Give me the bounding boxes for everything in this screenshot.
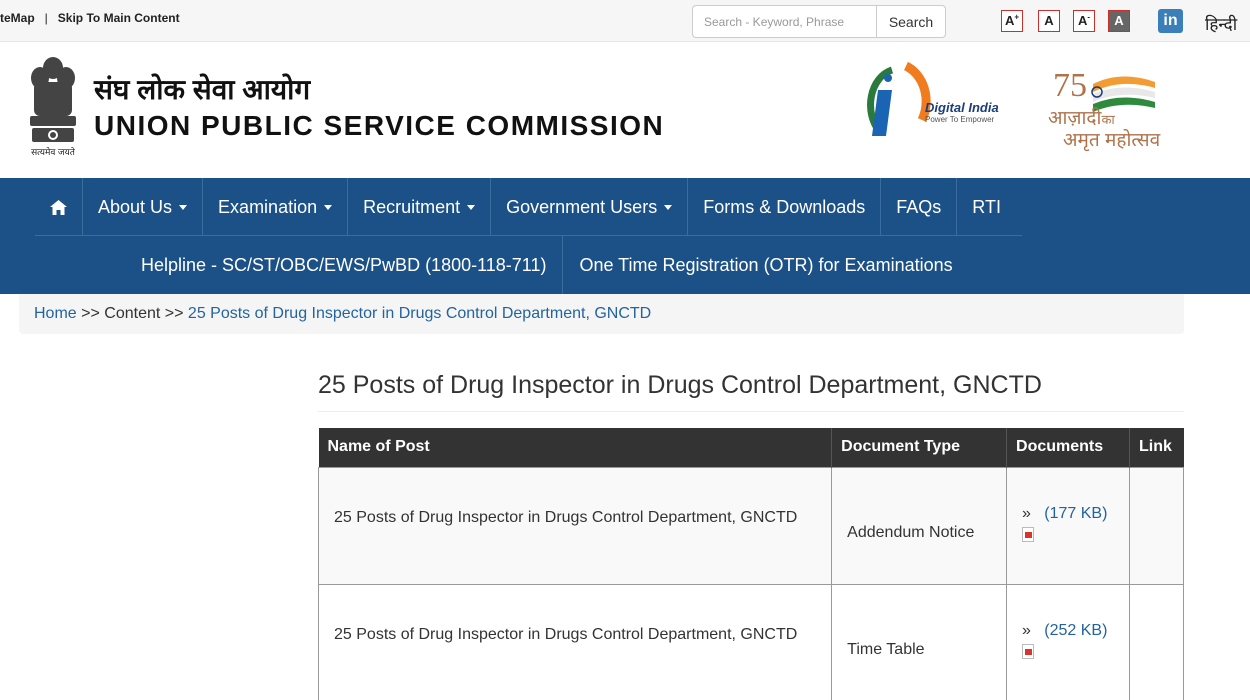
column-header-document-type: Document Type xyxy=(831,428,1008,467)
nav-otr[interactable]: One Time Registration (OTR) for Examinat… xyxy=(563,236,968,294)
table-row: 25 Posts of Drug Inspector in Drugs Cont… xyxy=(317,466,1185,585)
cell-post-name: 25 Posts of Drug Inspector in Drugs Cont… xyxy=(317,466,833,585)
cell-post-name: 25 Posts of Drug Inspector in Drugs Cont… xyxy=(317,583,833,700)
skip-to-main-link[interactable]: Skip To Main Content xyxy=(58,11,180,25)
cell-documents: » (177 KB) xyxy=(1006,466,1130,585)
column-header-link: Link xyxy=(1129,428,1184,467)
nav-forms-downloads-label: Forms & Downloads xyxy=(703,196,866,217)
document-download-link[interactable]: (177 KB) xyxy=(1044,505,1107,522)
nav-examination[interactable]: Examination xyxy=(203,178,349,236)
site-title-hindi[interactable]: संघ लोक सेवा आयोग xyxy=(94,70,310,108)
hindi-language-link[interactable]: हिन्दी xyxy=(1205,12,1237,35)
top-links-separator: | xyxy=(44,11,48,25)
nav-helpline[interactable]: Helpline - SC/ST/OBC/EWS/PwBD (1800-118-… xyxy=(125,236,564,294)
nav-helpline-label: Helpline - SC/ST/OBC/EWS/PwBD (1800-118-… xyxy=(141,254,547,275)
chevron-down-icon xyxy=(179,204,188,210)
documents-table: Name of Post Document Type Documents Lin… xyxy=(317,428,1185,700)
azadi-number: 75 xyxy=(1053,67,1087,104)
home-icon xyxy=(50,199,67,215)
site-header: सत्यमेव जयते संघ लोक सेवा आयोग UNION PUB… xyxy=(0,42,1250,178)
cell-document-type: Addendum Notice xyxy=(831,466,1008,585)
site-title-english[interactable]: UNION PUBLIC SERVICE COMMISSION xyxy=(94,110,664,142)
font-increase-button[interactable]: A+ xyxy=(1001,10,1023,32)
nav-examination-label: Examination xyxy=(218,196,318,217)
font-increase-plus: + xyxy=(1014,12,1020,22)
font-decrease-label: A xyxy=(1077,13,1088,28)
azadi-line-2: अमृत महोत्सव xyxy=(1063,130,1161,151)
nav-faqs[interactable]: FAQs xyxy=(881,178,958,236)
document-download-link[interactable]: (252 KB) xyxy=(1044,622,1107,639)
font-decrease-button[interactable]: A- xyxy=(1073,10,1095,32)
nav-rti[interactable]: RTI xyxy=(957,178,1016,236)
table-row: 25 Posts of Drug Inspector in Drugs Cont… xyxy=(317,583,1185,700)
high-contrast-button[interactable]: A xyxy=(1108,10,1130,32)
top-links: teMap | Skip To Main Content xyxy=(0,11,180,25)
cell-documents: » (252 KB) xyxy=(1006,583,1130,700)
national-emblem-icon[interactable] xyxy=(22,52,84,160)
nav-faqs-label: FAQs xyxy=(896,196,942,217)
digital-india-label: Digital India xyxy=(925,100,999,115)
top-utility-bar: teMap|Skip To Main Content Search A+ A A… xyxy=(0,0,1250,42)
breadcrumb-separator: >> xyxy=(81,305,100,322)
nav-recruitment[interactable]: Recruitment xyxy=(348,178,492,236)
nav-about-us-label: About Us xyxy=(98,196,173,217)
nav-rti-label: RTI xyxy=(972,196,1001,217)
title-divider xyxy=(318,411,1184,412)
nav-row-secondary: Helpline - SC/ST/OBC/EWS/PwBD (1800-118-… xyxy=(125,236,969,294)
nav-about-us[interactable]: About Us xyxy=(83,178,204,236)
doc-bullet: » xyxy=(1022,504,1031,522)
nav-forms-downloads[interactable]: Forms & Downloads xyxy=(688,178,882,236)
breadcrumb-separator: >> xyxy=(164,305,184,322)
pdf-icon[interactable] xyxy=(1022,526,1035,542)
doc-bullet: » xyxy=(1022,621,1031,639)
cell-document-type: Time Table xyxy=(831,583,1008,700)
high-contrast-label: A xyxy=(1114,13,1124,28)
cell-link xyxy=(1128,466,1185,585)
search-button[interactable]: Search xyxy=(876,5,946,38)
sitemap-link[interactable]: teMap xyxy=(0,11,35,25)
linkedin-icon[interactable]: in xyxy=(1158,9,1183,33)
search-input[interactable] xyxy=(692,5,876,38)
pdf-icon[interactable] xyxy=(1022,643,1035,659)
chevron-down-icon xyxy=(324,204,333,210)
breadcrumb: Home >> Content >> 25 Posts of Drug Insp… xyxy=(19,294,1184,334)
column-header-documents: Documents xyxy=(1006,428,1130,467)
nav-recruitment-label: Recruitment xyxy=(363,196,461,217)
cell-link xyxy=(1128,583,1185,700)
nav-government-users-label: Government Users xyxy=(506,196,658,217)
column-header-name-of-post: Name of Post xyxy=(318,428,833,467)
nav-row-primary: About Us Examination Recruitment Governm… xyxy=(35,178,1022,236)
font-normal-button[interactable]: A xyxy=(1038,10,1060,32)
page-title: 25 Posts of Drug Inspector in Drugs Cont… xyxy=(318,371,1042,399)
table-header-row: Name of Post Document Type Documents Lin… xyxy=(318,428,1184,467)
font-decrease-minus: - xyxy=(1087,12,1091,22)
linkedin-label: in xyxy=(1163,12,1178,29)
breadcrumb-home-link[interactable]: Home xyxy=(34,305,77,322)
emblem-caption: सत्यमेव जयते xyxy=(31,147,75,157)
font-normal-label: A xyxy=(1044,13,1054,28)
chevron-down-icon xyxy=(664,204,673,210)
chevron-down-icon xyxy=(467,204,476,210)
digital-india-tagline: Power To Empower xyxy=(925,115,995,124)
nav-otr-label: One Time Registration (OTR) for Examinat… xyxy=(579,254,953,275)
breadcrumb-current-link[interactable]: 25 Posts of Drug Inspector in Drugs Cont… xyxy=(188,305,651,322)
nav-government-users[interactable]: Government Users xyxy=(491,178,689,236)
main-navigation: About Us Examination Recruitment Governm… xyxy=(0,178,1250,294)
nav-home[interactable] xyxy=(35,178,83,236)
azadi-ka: का xyxy=(1101,112,1115,127)
font-increase-label: A xyxy=(1004,13,1015,28)
breadcrumb-content: Content xyxy=(104,305,161,322)
